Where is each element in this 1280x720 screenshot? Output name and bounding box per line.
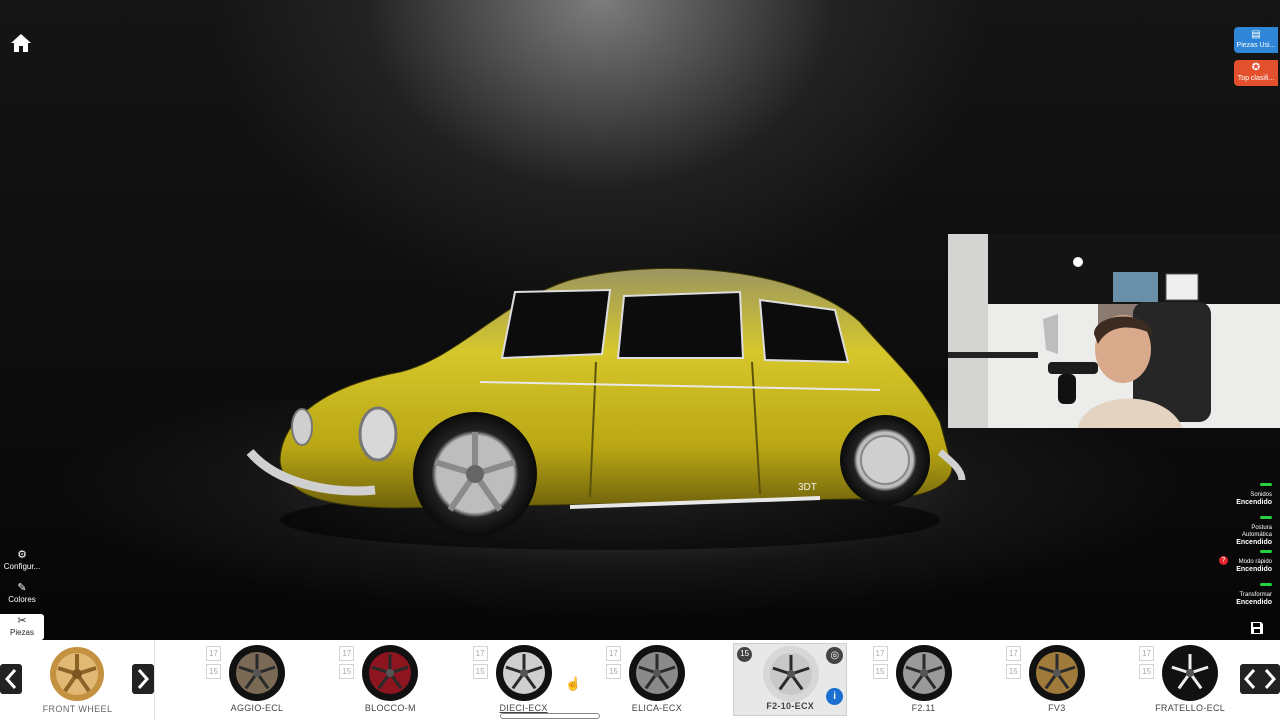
wheel-size-options[interactable]: 17 15	[1139, 646, 1155, 682]
car-model[interactable]: 3DT	[240, 262, 980, 562]
wheel-size-option[interactable]: 15	[339, 664, 355, 679]
toggle-indicator	[1260, 583, 1272, 586]
wheel-option-name: ELICA-ECX	[631, 703, 682, 713]
toggle-indicator	[1260, 483, 1272, 486]
toggle-indicator	[1260, 550, 1272, 553]
wheel-option-name: AGGIO-ECL	[230, 703, 284, 713]
wheel-option[interactable]: 17 15 AGGIO-ECL	[200, 640, 314, 720]
wheel-option-name: FV3	[1048, 703, 1066, 713]
wheel-option-name: F2-10-ECX	[766, 701, 815, 711]
toggle-transform-state: Encendido	[1236, 599, 1272, 606]
toggle-fast-mode-label: Modo rápido	[1238, 559, 1272, 565]
wheel-size-option[interactable]: 17	[206, 646, 221, 661]
home-button[interactable]	[10, 33, 34, 55]
wheel-size-options[interactable]: 17 15	[1005, 646, 1021, 682]
current-wheel-label: FRONT WHEEL	[42, 704, 113, 714]
wheel-size-options[interactable]: 17 15	[472, 646, 488, 682]
used-parts-button[interactable]: ▤ Piezas Usi...	[1234, 27, 1278, 53]
toggle-transform[interactable]: Transformar Encendido	[1222, 583, 1272, 606]
toggle-sounds-state: Encendido	[1236, 499, 1272, 506]
wheel-option[interactable]: 15 ◎ i F2-10-ECX	[733, 643, 848, 716]
save-icon	[1251, 622, 1263, 634]
steering-wheel-icon[interactable]: ◎	[826, 647, 844, 664]
menu-parts[interactable]: ✂ Piezas	[0, 614, 44, 640]
wheel-size-option[interactable]: 17	[1139, 646, 1155, 661]
toggle-auto-stance-state: Encendido	[1236, 539, 1272, 546]
home-icon	[11, 34, 31, 52]
wheel-size-option[interactable]: 15	[472, 664, 488, 679]
wheel-size-options[interactable]: 17 15	[605, 646, 621, 682]
current-wheel-image	[50, 647, 104, 701]
toggle-fast-mode-state: Encendido	[1236, 566, 1272, 573]
toggle-sounds[interactable]: Sonidos Encendido	[1222, 483, 1272, 506]
wheel-option[interactable]: 17 15 BLOCCO-M	[333, 640, 447, 720]
wheel-size-options[interactable]: 17 15	[872, 646, 888, 682]
wheel-size-option[interactable]: 15	[605, 664, 621, 679]
chevron-left-right-icon	[1243, 669, 1277, 689]
wheel-size-option[interactable]: 17	[1005, 646, 1021, 661]
menu-configure[interactable]: ⚙ Configur...	[0, 548, 44, 574]
wheel-option[interactable]: 17 15 F2.11	[867, 640, 981, 720]
toggle-auto-stance[interactable]: Postura Automática Encendido	[1222, 516, 1272, 546]
brush-icon: ✎	[17, 582, 27, 594]
tools-icon: ✂	[17, 615, 27, 627]
car-badge: 3DT	[798, 482, 817, 493]
wheel-rim-image	[1028, 645, 1085, 701]
leaderboard-label: Top clasifi...	[1237, 75, 1275, 82]
wheel-size-option[interactable]: 15	[872, 664, 888, 679]
wheel-size-options[interactable]: 17 15	[206, 646, 221, 682]
wheel-rim-image	[229, 645, 285, 701]
gears-icon: ⚙	[17, 549, 27, 561]
wheel-option[interactable]: 17 15 FV3	[1000, 640, 1114, 720]
document-icon: ▤	[1251, 29, 1261, 40]
wheel-size-option[interactable]: 17	[605, 646, 621, 661]
save-button[interactable]	[1250, 621, 1264, 635]
strip-scrollbar[interactable]	[500, 713, 600, 719]
wheel-rim-image	[763, 646, 820, 702]
wheel-size-option[interactable]: 17	[339, 646, 355, 661]
medal-icon: ✪	[1251, 62, 1261, 73]
wheel-size-options[interactable]: 15	[737, 647, 753, 665]
wheel-rim-image	[895, 645, 952, 701]
wheel-option-name: FRATELLO-ECL	[1155, 703, 1226, 713]
wheel-option-name: F2.11	[911, 703, 936, 713]
wheel-option[interactable]: 17 15 ELICA-ECX	[600, 640, 714, 720]
wheel-size-option[interactable]: 15	[1139, 664, 1155, 679]
wheel-rim-image	[628, 645, 685, 701]
mouse-cursor: ☝	[565, 676, 582, 691]
prev-current-wheel-button[interactable]	[0, 664, 22, 694]
next-current-wheel-button[interactable]	[132, 664, 154, 694]
wheel-size-option[interactable]: 17	[872, 646, 888, 661]
help-badge[interactable]: ?	[1219, 556, 1228, 565]
wheel-rim-image	[362, 645, 419, 701]
wheel-option[interactable]: 17 15 FRATELLO-ECL	[1133, 640, 1247, 720]
toggle-transform-label: Transformar	[1239, 592, 1272, 598]
wheel-strip: FRONT WHEEL 17 15 AGGIO-ECL 17 15 BLOCCO-M 17 1…	[0, 640, 1280, 720]
chevron-left-icon	[4, 669, 17, 689]
wheel-option[interactable]: 17 15 DIECI-ECX	[467, 640, 581, 720]
wheel-option-name: BLOCCO-M	[364, 703, 416, 713]
webcam-overlay	[948, 234, 1280, 428]
used-parts-label: Piezas Usi...	[1236, 42, 1276, 49]
chevron-right-icon	[137, 669, 150, 689]
wheel-size-options[interactable]: 17 15	[339, 646, 355, 682]
strip-scroll-buttons[interactable]	[1240, 664, 1280, 694]
menu-parts-label: Piezas	[9, 628, 34, 637]
toggle-auto-stance-label: Postura Automática	[1241, 525, 1272, 538]
wheel-size-option[interactable]: 15	[206, 664, 221, 679]
wheel-option-name: DIECI-ECX	[499, 703, 548, 713]
wheel-rim-image	[1162, 645, 1219, 701]
wheel-size-option[interactable]: 15	[737, 647, 753, 662]
wheel-rim-image	[495, 645, 552, 701]
toggle-indicator	[1260, 516, 1272, 519]
leaderboard-button[interactable]: ✪ Top clasifi...	[1234, 60, 1278, 86]
toggle-fast-mode[interactable]: Modo rápido Encendido	[1222, 550, 1272, 573]
menu-colors-label: Colores	[8, 595, 36, 604]
menu-configure-label: Configur...	[3, 562, 41, 571]
wheel-size-option[interactable]: 15	[1005, 664, 1021, 679]
menu-colors[interactable]: ✎ Colores	[0, 581, 44, 607]
toggle-sounds-label: Sonidos	[1250, 492, 1272, 498]
wheel-size-option[interactable]: 17	[472, 646, 488, 661]
